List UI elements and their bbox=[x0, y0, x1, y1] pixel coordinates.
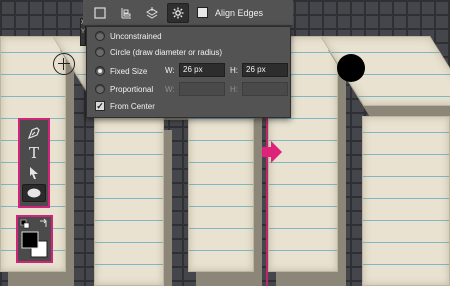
drawn-circle bbox=[337, 54, 365, 82]
fixed-width-input[interactable]: 26 px bbox=[179, 63, 225, 77]
gear-icon[interactable] bbox=[167, 2, 189, 23]
from-center-checkbox[interactable]: ✓ bbox=[95, 101, 105, 111]
path-selection-tool-icon[interactable] bbox=[22, 164, 46, 182]
arrow-right-icon bbox=[262, 141, 282, 163]
path-arrangement-icon[interactable] bbox=[141, 3, 163, 23]
option-proportional[interactable]: Proportional bbox=[95, 82, 153, 96]
type-tool-icon[interactable]: T bbox=[22, 144, 46, 162]
option-circle[interactable]: Circle (draw diameter or radius) bbox=[95, 45, 222, 59]
path-operations-icon[interactable] bbox=[89, 3, 111, 23]
proportional-height-input bbox=[242, 82, 288, 96]
fixed-height-label: H: bbox=[230, 66, 238, 75]
path-alignment-icon[interactable] bbox=[115, 3, 137, 23]
options-toolbar: Align Edges bbox=[83, 0, 293, 26]
unconstrained-radio[interactable] bbox=[95, 31, 105, 41]
cursor-crosshair-icon bbox=[53, 53, 75, 75]
letter-n-lower bbox=[94, 116, 164, 286]
align-edges-checkbox[interactable] bbox=[197, 7, 208, 18]
default-colors-icon[interactable] bbox=[20, 219, 30, 229]
ellipse-options-panel: Unconstrained Circle (draw diameter or r… bbox=[86, 26, 291, 118]
swap-colors-icon[interactable] bbox=[40, 218, 47, 227]
pen-tool-icon[interactable] bbox=[22, 124, 46, 142]
proportional-width-label: W: bbox=[165, 85, 175, 94]
fixed-width-label: W: bbox=[165, 66, 175, 75]
align-edges-label: Align Edges bbox=[215, 7, 264, 18]
proportional-width-input bbox=[179, 82, 225, 96]
circle-radio[interactable] bbox=[95, 47, 105, 57]
fixed-size-radio[interactable] bbox=[95, 66, 105, 76]
tools-panel: T bbox=[18, 118, 50, 208]
fixed-height-input[interactable]: 26 px bbox=[242, 63, 288, 77]
color-swatches-panel bbox=[16, 215, 53, 263]
canvas-right bbox=[268, 0, 450, 286]
option-fixed-size[interactable]: Fixed Size bbox=[95, 64, 147, 78]
option-from-center[interactable]: ✓ From Center bbox=[95, 99, 155, 113]
ellipse-tool-icon[interactable] bbox=[22, 184, 46, 202]
proportional-height-label: H: bbox=[230, 85, 238, 94]
proportional-radio[interactable] bbox=[95, 84, 105, 94]
option-unconstrained[interactable]: Unconstrained bbox=[95, 29, 162, 43]
letter-n-lower-right bbox=[362, 116, 450, 286]
foreground-color-swatch[interactable] bbox=[21, 231, 39, 249]
